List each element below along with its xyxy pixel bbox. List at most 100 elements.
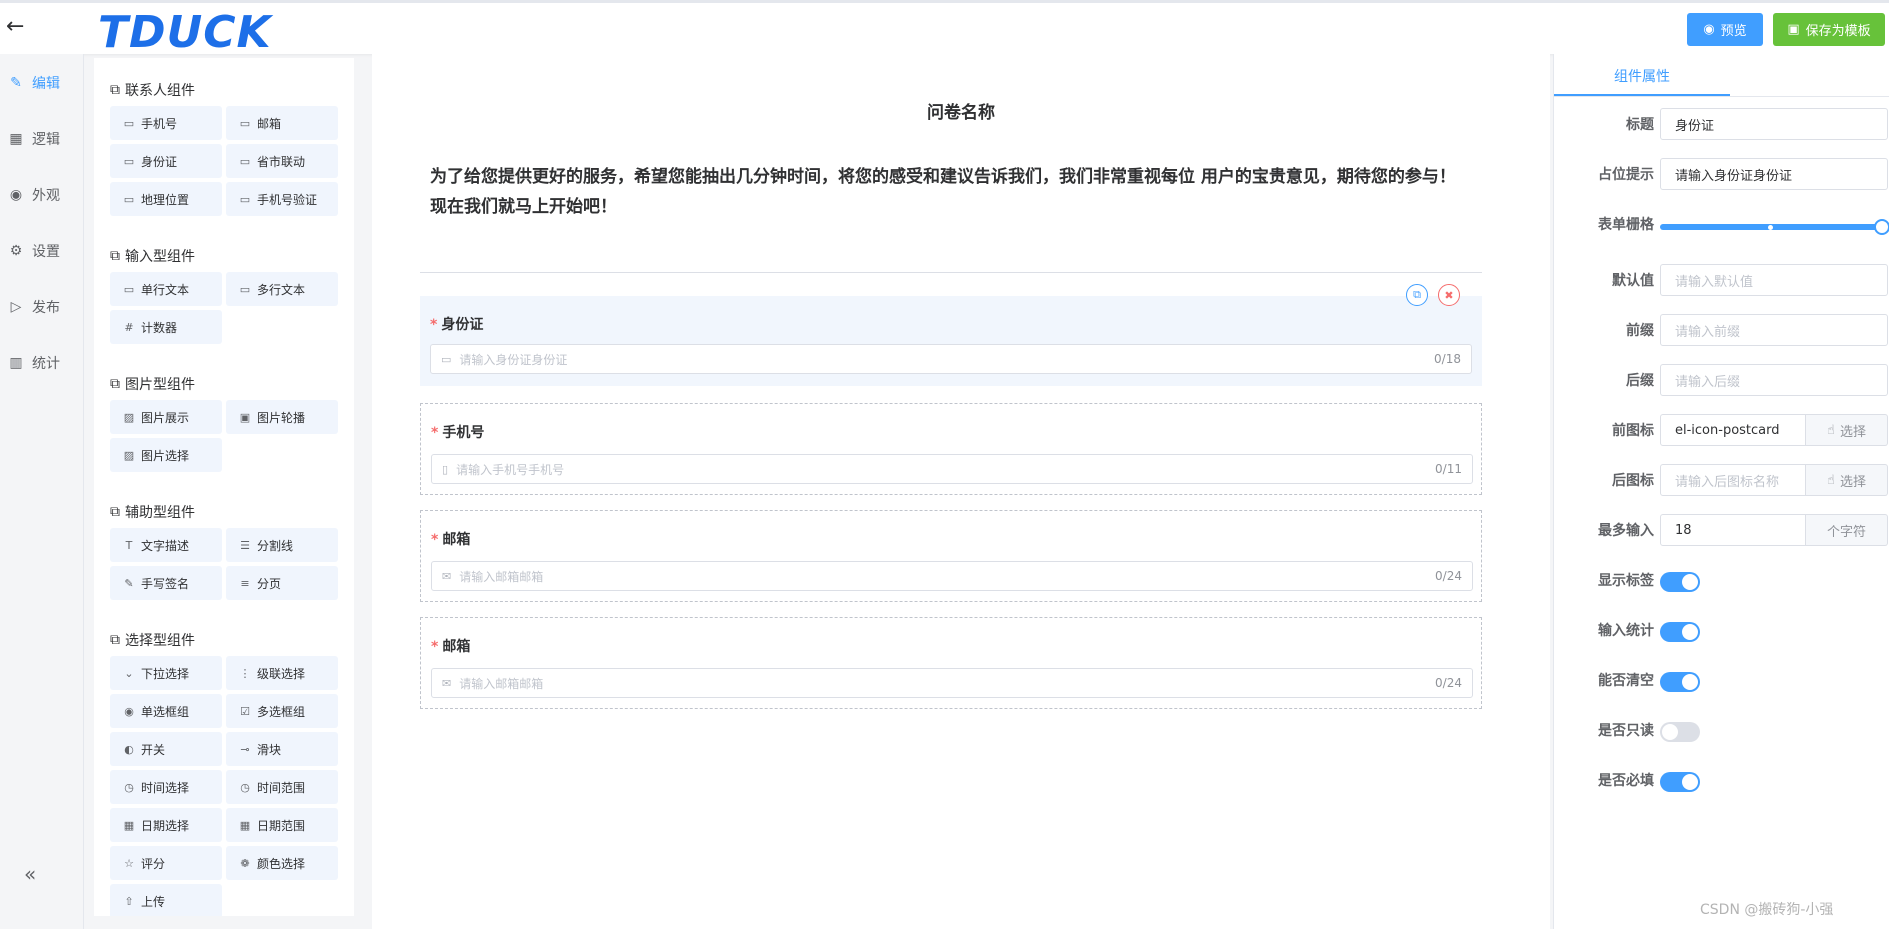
- form-description[interactable]: 为了给您提供更好的服务，希望您能抽出几分钟时间，将您的感受和建议告诉我们，我们非…: [430, 162, 1464, 222]
- save-template-button[interactable]: ▣ 保存为模板: [1773, 13, 1885, 46]
- palette-item-location[interactable]: ▭ 地理位置: [110, 182, 222, 216]
- word-limit-switch[interactable]: [1660, 622, 1700, 642]
- logo: TDUCK: [98, 7, 272, 58]
- word-count: 0/18: [1434, 352, 1461, 366]
- palette-item-id-card[interactable]: ▭ 身份证: [110, 144, 222, 178]
- prop-label-readonly: 是否只读: [1598, 723, 1654, 739]
- palette-item-divider[interactable]: ☰ 分割线: [226, 528, 338, 562]
- suffix-icon-choose-button[interactable]: ☝ 选择: [1806, 464, 1888, 496]
- preview-button[interactable]: ◉ 预览: [1687, 13, 1763, 46]
- prop-placeholder-input[interactable]: 请输入身份证身份证: [1660, 158, 1888, 190]
- palette-icon: ❁: [240, 856, 250, 870]
- nav-item-appearance[interactable]: ◉ 外观: [8, 182, 78, 208]
- prop-maxlength-input[interactable]: 18: [1660, 514, 1806, 546]
- field-input[interactable]: ▭ 请输入身份证身份证 0/18: [430, 344, 1472, 374]
- text-icon: T: [125, 538, 133, 552]
- nav-item-settings[interactable]: ⚙ 设置: [8, 238, 78, 264]
- nav-item-statistics[interactable]: ▥ 统计: [8, 350, 78, 376]
- puzzle-icon: ⧉: [110, 376, 120, 392]
- prefix-icon-choose-button[interactable]: ☝ 选择: [1806, 414, 1888, 446]
- tab-component-properties[interactable]: 组件属性: [1554, 66, 1730, 96]
- save-template-button-label: 保存为模板: [1805, 24, 1871, 39]
- palette-item-pagination[interactable]: ≡ 分页: [226, 566, 338, 600]
- prop-prefix-input[interactable]: 请输入前缀: [1660, 314, 1888, 346]
- palette-item-date-range[interactable]: ▦ 日期范围: [226, 808, 338, 842]
- palette-item-color-picker[interactable]: ❁ 颜色选择: [226, 846, 338, 880]
- palette-item-image-carousel[interactable]: ▣ 图片轮播: [226, 400, 338, 434]
- prop-default-input[interactable]: 请输入默认值: [1660, 264, 1888, 296]
- palette-item-time-range[interactable]: ◷ 时间范围: [226, 770, 338, 804]
- cascader-icon: ⋮: [239, 666, 251, 680]
- delete-icon[interactable]: ✖: [1438, 284, 1460, 306]
- form-field-email[interactable]: * 邮箱 ✉ 请输入邮箱邮箱 0/24: [420, 510, 1482, 602]
- palette-item-upload[interactable]: ⇧ 上传: [110, 884, 222, 916]
- play-icon: ▷: [10, 299, 22, 315]
- collapse-icon[interactable]: «: [24, 862, 36, 886]
- image-icon: ▨: [123, 410, 135, 424]
- field-label: 身份证: [441, 317, 484, 333]
- grid-slider[interactable]: [1660, 219, 1889, 235]
- palette-item-single-text[interactable]: ▭ 单行文本: [110, 272, 222, 306]
- input-icon: ▭: [239, 116, 251, 130]
- show-label-switch[interactable]: [1660, 572, 1700, 592]
- clearable-switch[interactable]: [1660, 672, 1700, 692]
- palette-item-phone-verify[interactable]: ▭ 手机号验证: [226, 182, 338, 216]
- nav-item-logic[interactable]: ▦ 逻辑: [8, 126, 78, 152]
- field-input[interactable]: ✉ 请输入邮箱邮箱 0/24: [431, 561, 1473, 591]
- palette-item-date-select[interactable]: ▦ 日期选择: [110, 808, 222, 842]
- prop-title-input[interactable]: 身份证: [1660, 108, 1888, 140]
- field-input[interactable]: ✉ 请输入邮箱邮箱 0/24: [431, 668, 1473, 698]
- readonly-switch[interactable]: [1660, 722, 1700, 742]
- clock-icon: ◷: [240, 780, 250, 794]
- palette-item-province-city[interactable]: ▭ 省市联动: [226, 144, 338, 178]
- palette-item-text-desc[interactable]: T 文字描述: [110, 528, 222, 562]
- input-icon: ▭: [123, 282, 135, 296]
- field-input[interactable]: ▯ 请输入手机号手机号 0/11: [431, 454, 1473, 484]
- prop-label-maxlength: 最多输入: [1598, 523, 1654, 539]
- divider-icon: ☰: [240, 538, 250, 552]
- prop-suffix-input[interactable]: 请输入后缀: [1660, 364, 1888, 396]
- form-field-phone[interactable]: * 手机号 ▯ 请输入手机号手机号 0/11: [420, 403, 1482, 495]
- puzzle-icon: ⧉: [110, 504, 120, 520]
- mail-icon: ✉: [442, 569, 452, 583]
- prop-prefix-icon-input[interactable]: el-icon-postcard: [1660, 414, 1806, 446]
- form-field-id-card[interactable]: ⧉ ✖ * 身份证 ▭ 请输入身份证身份证 0/18: [420, 284, 1482, 386]
- puzzle-icon: ⧉: [110, 248, 120, 264]
- word-count: 0/24: [1435, 569, 1462, 583]
- edit-icon: ✎: [10, 75, 22, 91]
- word-count: 0/24: [1435, 676, 1462, 690]
- prop-label-word-limit: 输入统计: [1598, 623, 1654, 639]
- form-title[interactable]: 问卷名称: [372, 98, 1550, 123]
- palette-item-image-select[interactable]: ▨ 图片选择: [110, 438, 222, 472]
- palette-item-select[interactable]: ⌄ 下拉选择: [110, 656, 222, 690]
- palette-item-signature[interactable]: ✎ 手写签名: [110, 566, 222, 600]
- palette-item-cascader[interactable]: ⋮ 级联选择: [226, 656, 338, 690]
- palette-item-switch[interactable]: ◐ 开关: [110, 732, 222, 766]
- field-label: 邮箱: [442, 639, 471, 655]
- page-icon: ≡: [240, 576, 250, 590]
- required-switch[interactable]: [1660, 772, 1700, 792]
- palette-item-radio-group[interactable]: ◉ 单选框组: [110, 694, 222, 728]
- form-divider: [420, 272, 1482, 273]
- group-title-input: ⧉ 输入型组件: [110, 248, 195, 265]
- slider-handle[interactable]: [1874, 219, 1889, 235]
- palette-item-phone[interactable]: ▭ 手机号: [110, 106, 222, 140]
- palette-item-image-display[interactable]: ▨ 图片展示: [110, 400, 222, 434]
- copy-icon[interactable]: ⧉: [1406, 284, 1428, 306]
- back-arrow-icon[interactable]: ←: [6, 15, 30, 39]
- palette-item-multi-text[interactable]: ▭ 多行文本: [226, 272, 338, 306]
- palette-item-rating[interactable]: ☆ 评分: [110, 846, 222, 880]
- nav-item-publish[interactable]: ▷ 发布: [8, 294, 78, 320]
- prop-suffix-icon-input[interactable]: 请输入后图标名称: [1660, 464, 1806, 496]
- palette-item-slider[interactable]: ⊸ 滑块: [226, 732, 338, 766]
- puzzle-icon: ⧉: [110, 82, 120, 98]
- nav-item-edit[interactable]: ✎ 编辑: [8, 70, 78, 96]
- palette-item-time-select[interactable]: ◷ 时间选择: [110, 770, 222, 804]
- field-label: 手机号: [442, 425, 485, 441]
- palette-item-checkbox-group[interactable]: ☑ 多选框组: [226, 694, 338, 728]
- palette-item-email[interactable]: ▭ 邮箱: [226, 106, 338, 140]
- textarea-icon: ▭: [239, 282, 251, 296]
- palette-item-counter[interactable]: # 计数器: [110, 310, 222, 344]
- form-field-email-2[interactable]: * 邮箱 ✉ 请输入邮箱邮箱 0/24: [420, 617, 1482, 709]
- field-label: 邮箱: [442, 532, 471, 548]
